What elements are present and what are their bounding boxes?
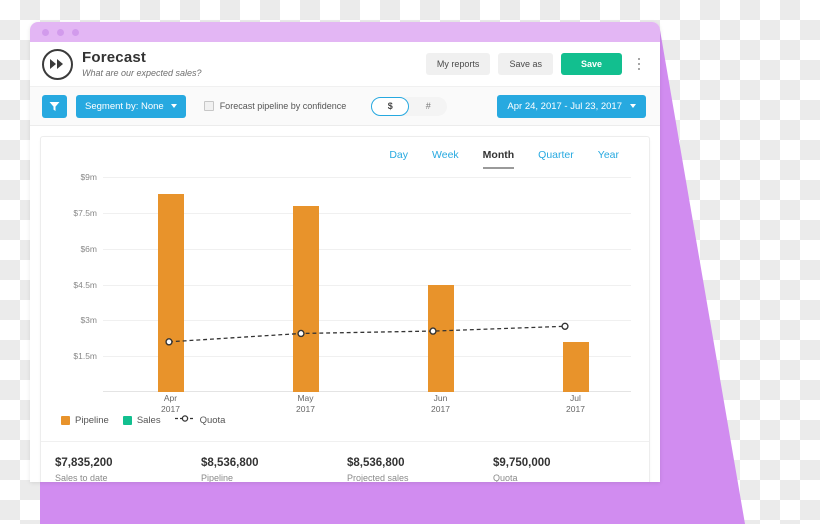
chart-card: Day Week Month Quarter Year $1.5m $3m $4.5… [40,136,650,482]
fast-forward-icon [42,48,73,80]
legend-swatch-pipeline [61,415,70,425]
save-button[interactable]: Save [560,53,622,75]
chevron-down-icon [630,104,636,108]
chevron-down-icon [170,104,177,108]
quota-point-2[interactable] [429,327,437,335]
y-axis-tick-label: $3m [80,315,97,326]
unit-count-option[interactable]: # [409,97,447,116]
legend-item-pipeline[interactable]: Pipeline [61,415,109,426]
checkbox-box-icon [203,101,214,111]
unit-toggle: $ # [371,96,448,116]
quota-point-3[interactable] [561,322,569,331]
y-axis-tick-label: $7.5m [73,207,97,218]
quota-line [165,322,569,346]
quota-point-0[interactable] [165,338,173,346]
segment-by-dropdown[interactable]: Segment by: None [76,94,186,118]
stat-label: Sales to date [55,473,108,482]
segment-by-label: Segment by: None [85,100,164,112]
quota-polyline [168,325,566,343]
stat-label: Projected sales [347,473,409,482]
chart-plot-area: $1.5m $3m $4.5m $6m $7.5m $9m [73,172,631,392]
date-range-label: Apr 24, 2017 - Jul 23, 2017 [507,100,622,112]
header-actions: My reports Save as Save [425,53,646,75]
tab-day[interactable]: Day [389,149,408,169]
window-dot-maximize[interactable] [72,29,79,36]
tab-year[interactable]: Year [598,149,619,169]
app-header: Forecast What are our expected sales? My… [30,42,660,87]
funnel-icon[interactable] [42,94,67,118]
x-axis-tick-label: Jul 2017 [566,393,585,414]
stat-label: Pipeline [201,473,234,482]
stat-label: Quota [493,473,518,482]
stat-projected-sales: $8,536,800 Projected sales [347,456,493,482]
x-axis-tick-label: Jun 2017 [431,393,450,414]
stat-value: $7,835,200 [55,457,113,469]
x-axis-labels: Apr 2017 May 2017 Jun 2017 Jul 2017 [103,393,631,423]
page-subtitle: What are our expected sales? [82,67,202,78]
kebab-menu-icon[interactable] [632,57,646,71]
tab-quarter[interactable]: Quarter [538,149,574,169]
page-title: Forecast [82,48,147,66]
stat-value: $9,750,000 [493,457,551,469]
y-axis-tick-label: $9m [80,172,97,182]
filters-toolbar: Segment by: None Forecast pipeline by co… [30,87,660,126]
summary-stats: $7,835,200 Sales to date $8,536,800 Pipe… [41,441,649,482]
save-as-button[interactable]: Save as [498,53,553,75]
window-titlebar [30,22,660,42]
stat-quota: $9,750,000 Quota [493,456,639,482]
forecast-chart: $1.5m $3m $4.5m $6m $7.5m $9m Apr 2017 May 2017 J… [41,172,631,414]
forecast-confidence-checkbox[interactable]: Forecast pipeline by confidence [203,101,347,111]
stat-pipeline: $8,536,800 Pipeline [201,456,347,482]
unit-currency-option[interactable]: $ [371,96,410,116]
time-granularity-tabs: Day Week Month Quarter Year [41,137,649,169]
forecast-confidence-label: Forecast pipeline by confidence [219,101,347,111]
x-axis-tick-label: May 2017 [296,393,315,414]
stat-value: $8,536,800 [347,457,405,469]
quota-point-1[interactable] [297,329,305,338]
my-reports-button[interactable]: My reports [425,53,491,75]
window-dot-minimize[interactable] [57,29,64,36]
app-body: Day Week Month Quarter Year $1.5m $3m $4.5… [30,126,660,482]
y-axis-tick-label: $1.5m [73,351,97,362]
stat-sales-to-date: $7,835,200 Sales to date [55,456,201,482]
x-axis-tick-label: Apr 2017 [161,393,180,414]
tab-month[interactable]: Month [482,149,515,169]
date-range-picker[interactable]: Apr 24, 2017 - Jul 23, 2017 [497,94,646,118]
y-axis-tick-label: $6m [80,243,97,254]
window-dot-close[interactable] [42,29,49,36]
stat-value: $8,536,800 [201,457,259,469]
header-titles: Forecast What are our expected sales? [82,50,426,79]
y-axis-tick-label: $4.5m [73,279,97,290]
tab-week[interactable]: Week [432,149,459,169]
app-window: Forecast What are our expected sales? My… [30,22,660,482]
